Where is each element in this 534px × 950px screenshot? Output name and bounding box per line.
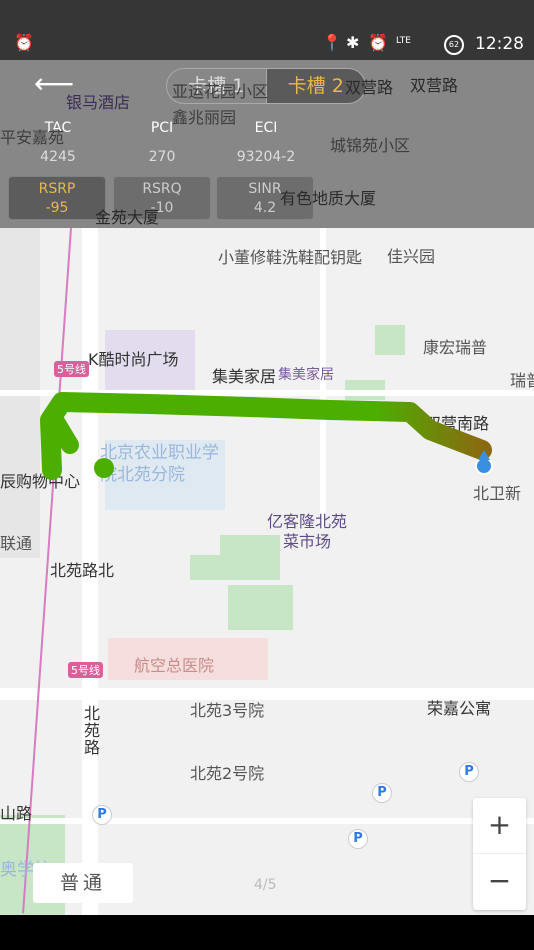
map-label: 双营路 — [410, 76, 459, 95]
map-label: 鑫兆丽园 — [172, 108, 237, 127]
map-label: 平安嘉苑 — [0, 128, 65, 147]
metric-value: -95 — [45, 200, 69, 216]
map-label: 亚运花园小区 — [172, 82, 269, 101]
clock: 12:28 — [475, 34, 524, 54]
metric-label: RSRQ — [142, 181, 182, 197]
map-label: 银马酒店 — [66, 93, 131, 112]
current-location-icon — [475, 457, 493, 475]
zoom-out-button[interactable]: − — [473, 854, 526, 910]
map-label: 有色地质大厦 — [280, 189, 377, 208]
page-indicator: 4/5 — [254, 877, 277, 893]
pci-value: 270 — [148, 149, 176, 165]
map-label: 城锦苑小区 — [330, 136, 411, 155]
map-mode-button[interactable]: 普通 — [33, 863, 133, 903]
location-icon: 📍 — [322, 33, 342, 52]
zoom-in-button[interactable]: + — [473, 798, 526, 854]
alarm-icon: ⏰ — [14, 33, 34, 52]
metric-label: RSRP — [38, 181, 76, 197]
tac-value: 4245 — [40, 149, 76, 165]
map-label: 金苑大厦 — [95, 208, 160, 227]
track-point — [94, 458, 114, 478]
eci-value: 93204-2 — [236, 149, 296, 165]
map-label: 双营路 — [345, 78, 394, 97]
bluetooth-icon: ✱ — [346, 33, 360, 52]
battery-icon: 62 — [444, 35, 464, 55]
alarm-icon: ⏰ — [368, 33, 388, 52]
zoom-control: + − — [473, 798, 526, 910]
track-line — [40, 392, 492, 480]
signal-icon: LTE — [396, 36, 411, 46]
metric-rsrp-button[interactable]: RSRP -95 — [8, 176, 106, 220]
status-bar: ⏰ 📍 ✱ ⏰ LTE 62 12:28 — [0, 0, 534, 60]
